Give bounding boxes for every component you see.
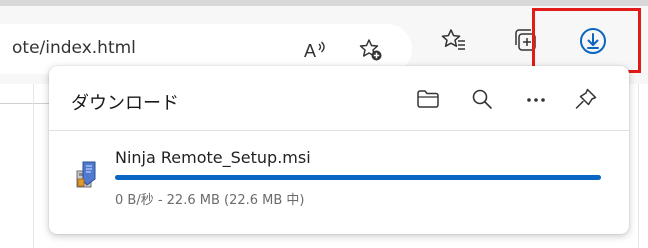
add-favorite-icon[interactable]	[358, 37, 384, 63]
browser-window: ote/index.html A ダウンロード Ninja Remote_Set…	[0, 0, 648, 248]
page-left-border	[33, 84, 34, 248]
address-url[interactable]: ote/index.html	[12, 38, 136, 58]
more-options-icon[interactable]	[523, 86, 549, 112]
svg-text:A: A	[304, 41, 316, 61]
read-aloud-icon[interactable]: A	[302, 37, 328, 63]
pin-icon[interactable]	[573, 86, 599, 112]
favorites-icon[interactable]	[440, 26, 468, 54]
search-icon[interactable]	[469, 86, 495, 112]
downloads-panel: ダウンロード Ninja Remote_Setup.msi 0 B/秒 - 22…	[49, 66, 629, 234]
download-progress-bar	[115, 175, 601, 180]
page-right-border	[638, 84, 639, 248]
download-progress-fill	[115, 175, 601, 180]
open-folder-icon[interactable]	[415, 86, 441, 112]
download-status: 0 B/秒 - 22.6 MB (22.6 MB 中)	[115, 193, 305, 208]
downloads-highlight-box	[532, 8, 641, 73]
download-item[interactable]: Ninja Remote_Setup.msi 0 B/秒 - 22.6 MB (…	[49, 131, 629, 234]
download-filename[interactable]: Ninja Remote_Setup.msi	[115, 148, 311, 167]
installer-file-icon	[75, 159, 99, 189]
downloads-panel-title: ダウンロード	[71, 93, 179, 114]
